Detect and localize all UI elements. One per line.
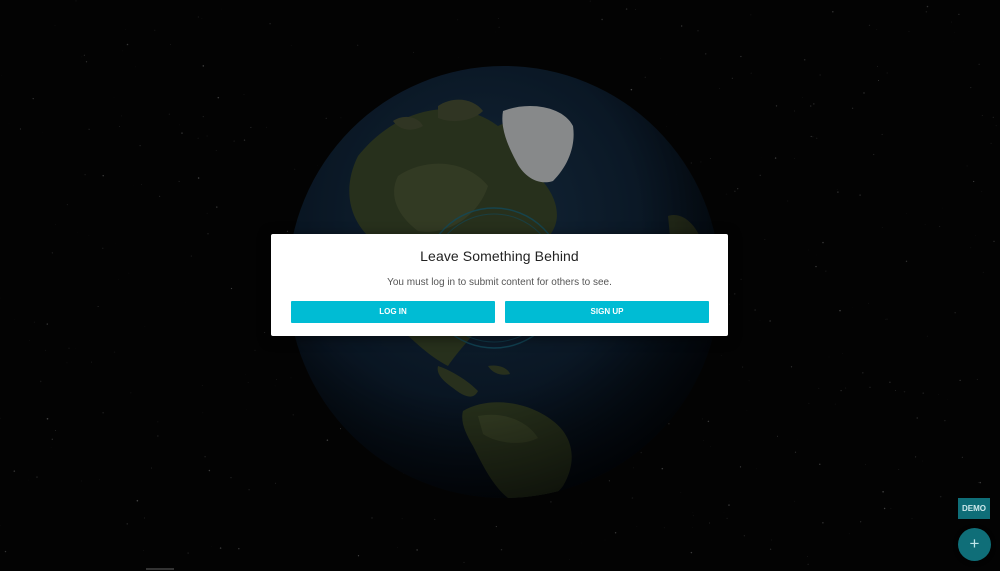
sign-up-button[interactable]: SIGN UP	[505, 301, 709, 323]
log-in-button[interactable]: LOG IN	[291, 301, 495, 323]
plus-icon: +	[969, 534, 980, 553]
add-content-button[interactable]: +	[958, 528, 991, 561]
dialog-title: Leave Something Behind	[420, 248, 579, 264]
dialog-message: You must log in to submit content for ot…	[387, 277, 612, 288]
bottom-divider	[146, 568, 174, 570]
globe-scene[interactable]: Leave Something Behind You must log in t…	[0, 0, 1000, 571]
demo-button[interactable]: DEMO	[958, 498, 990, 519]
login-required-dialog: Leave Something Behind You must log in t…	[271, 234, 728, 336]
